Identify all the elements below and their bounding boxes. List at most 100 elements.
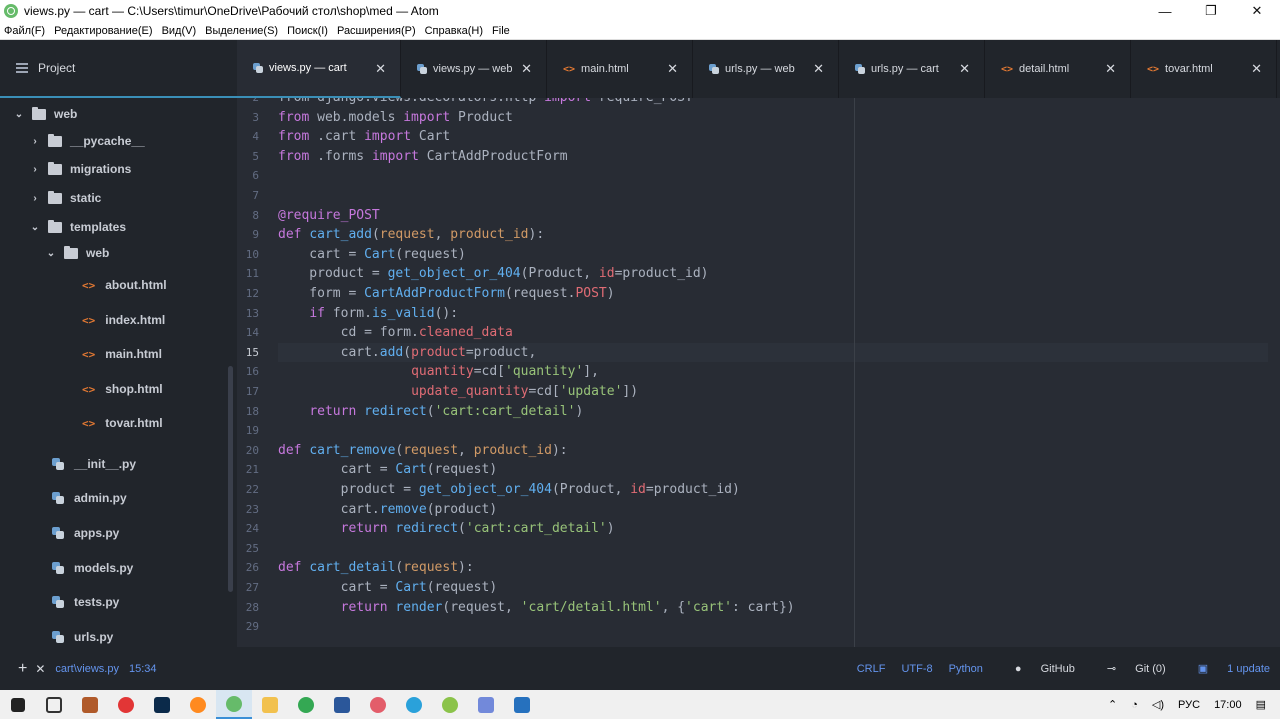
code-line[interactable]: cart = Cart(request) [278,245,466,264]
tree-file-models-py[interactable]: models.py [52,558,133,578]
project-tab[interactable]: Project [0,40,237,98]
code-line[interactable]: @require_POST [278,206,380,225]
tab-urls-cart[interactable]: urls.py — cart ✕ [839,40,985,98]
tree-folder-pycache[interactable]: › __pycache__ [30,131,145,151]
close-icon[interactable]: ✕ [813,61,824,77]
chevron-up-icon[interactable]: ⌃ [1108,698,1117,711]
windows-start-icon[interactable] [0,690,36,719]
code-line[interactable]: product = get_object_or_404(Product, id=… [278,264,708,283]
code-line[interactable]: return render(request, 'cart/detail.html… [278,598,795,617]
tree-file-init-py[interactable]: __init__.py [52,454,136,474]
tree-file-admin-py[interactable]: admin.py [52,488,127,508]
tree-file-tests-py[interactable]: tests.py [52,592,119,612]
update-button[interactable]: ▣ 1 update [1182,662,1270,675]
tab-views-cart[interactable]: views.py — cart ✕ [237,40,401,98]
menu-selection[interactable]: Выделение(S) [205,25,278,37]
tree-file-main-html[interactable]: <> main.html [82,344,162,364]
powershell-icon[interactable] [504,690,540,719]
tab-detail-html[interactable]: <> detail.html ✕ [985,40,1131,98]
encoding-selector[interactable]: UTF-8 [901,663,932,675]
code-line[interactable]: def cart_add(request, product_id): [278,225,544,244]
close-icon[interactable]: ✕ [375,61,386,77]
grammar-selector[interactable]: Python [949,663,983,675]
code-line[interactable]: from django.views.decorators.http import… [278,98,693,107]
opera-icon[interactable] [108,690,144,719]
code-line[interactable]: update_quantity=cd['update']) [278,382,638,401]
close-window-button[interactable]: ✕ [1234,0,1280,22]
tab-urls-web[interactable]: urls.py — web ✕ [693,40,839,98]
add-icon[interactable]: + [18,660,27,678]
menu-help[interactable]: Справка(H) [425,25,483,37]
paint-icon[interactable] [360,690,396,719]
word-icon[interactable] [324,690,360,719]
maximize-button[interactable]: ❐ [1188,0,1234,22]
tree-file-index-html[interactable]: <> index.html [82,310,165,330]
tree-file-apps-py[interactable]: apps.py [52,523,119,543]
menu-view[interactable]: Вид(V) [162,25,197,37]
code-line[interactable]: def cart_detail(request): [278,558,474,577]
wifi-icon[interactable]: ◔ [1131,699,1138,711]
line-ending-selector[interactable]: CRLF [857,663,886,675]
tree-folder-static[interactable]: › static [30,188,101,208]
code-line[interactable]: return redirect('cart:cart_detail') [278,402,583,421]
photoshop-icon[interactable] [144,690,180,719]
telegram-icon[interactable] [396,690,432,719]
code-line[interactable]: from .forms import CartAddProductForm [278,147,568,166]
code-line[interactable]: return redirect('cart:cart_detail') [278,519,615,538]
menu-edit[interactable]: Редактирование(E) [54,25,152,37]
close-icon[interactable]: ✕ [1251,61,1262,77]
tree-file-about-html[interactable]: <> about.html [82,275,167,295]
code-line[interactable]: cart.add(product=product, [278,343,537,362]
minimize-button[interactable]: — [1142,0,1188,22]
task-view-icon[interactable] [36,690,72,719]
code-line[interactable]: product = get_object_or_404(Product, id=… [278,480,740,499]
code-editor[interactable]: 2345678910111213141516171819202122232425… [237,98,1280,647]
tree-file-tovar-html[interactable]: <> tovar.html [82,413,163,433]
language-indicator[interactable]: РУС [1178,699,1200,711]
code-line[interactable]: def cart_remove(request, product_id): [278,441,568,460]
atom-taskbar-icon[interactable] [216,690,252,719]
code-line[interactable]: cd = form.cleaned_data [278,323,513,342]
code-line[interactable]: form = CartAddProductForm(request.POST) [278,284,614,303]
file-explorer-icon[interactable] [252,690,288,719]
code-line[interactable]: if form.is_valid(): [278,304,458,323]
tree-folder-web[interactable]: ⌄ web [14,104,77,124]
menu-file-extra[interactable]: File [492,25,510,37]
tab-views-web[interactable]: views.py — web ✕ [401,40,547,98]
close-icon[interactable]: ✕ [667,61,678,77]
menu-find[interactable]: Поиск(I) [287,25,328,37]
git-button[interactable]: ⊸ Git (0) [1091,662,1166,675]
close-icon[interactable]: ✕ [1105,61,1116,77]
notifications-icon[interactable]: ▤ [1256,698,1266,711]
cursor-position[interactable]: 15:34 [129,663,157,675]
sidebar-scrollbar[interactable] [228,366,233,592]
code-line[interactable]: from .cart import Cart [278,127,450,146]
code-line[interactable]: from web.models import Product [278,108,513,127]
code-line[interactable]: cart = Cart(request) [278,578,498,597]
menu-packages[interactable]: Расширения(P) [337,25,416,37]
github-button[interactable]: ● GitHub [999,663,1075,675]
game-app-icon[interactable] [72,690,108,719]
close-icon[interactable]: ✕ [959,61,970,77]
tab-tovar-html[interactable]: <> tovar.html ✕ [1131,40,1277,98]
close-icon[interactable]: ✕ [35,662,45,676]
menu-file[interactable]: Файл(F) [4,25,45,37]
code-line[interactable]: cart.remove(product) [278,500,498,519]
file-path[interactable]: cart\views.py [55,663,119,675]
tree-folder-templates[interactable]: ⌄ templates [30,217,126,237]
clock[interactable]: 17:00 [1214,699,1242,711]
line-number-gutter[interactable]: 2345678910111213141516171819202122232425… [237,98,267,647]
tree-file-shop-html[interactable]: <> shop.html [82,379,163,399]
tree-folder-migrations[interactable]: › migrations [30,159,131,179]
app-icon[interactable] [432,690,468,719]
volume-icon[interactable]: ◁) [1152,698,1164,711]
tree-folder-templates-web[interactable]: ⌄ web [46,243,109,263]
tab-main-html[interactable]: <> main.html ✕ [547,40,693,98]
code-line[interactable]: cart = Cart(request) [278,460,498,479]
tree-file-urls-py[interactable]: urls.py [52,627,113,647]
close-icon[interactable]: ✕ [521,61,532,77]
firefox-icon[interactable] [180,690,216,719]
discord-icon[interactable] [468,690,504,719]
code-line[interactable]: quantity=cd['quantity'], [278,362,599,381]
chrome-icon[interactable] [288,690,324,719]
